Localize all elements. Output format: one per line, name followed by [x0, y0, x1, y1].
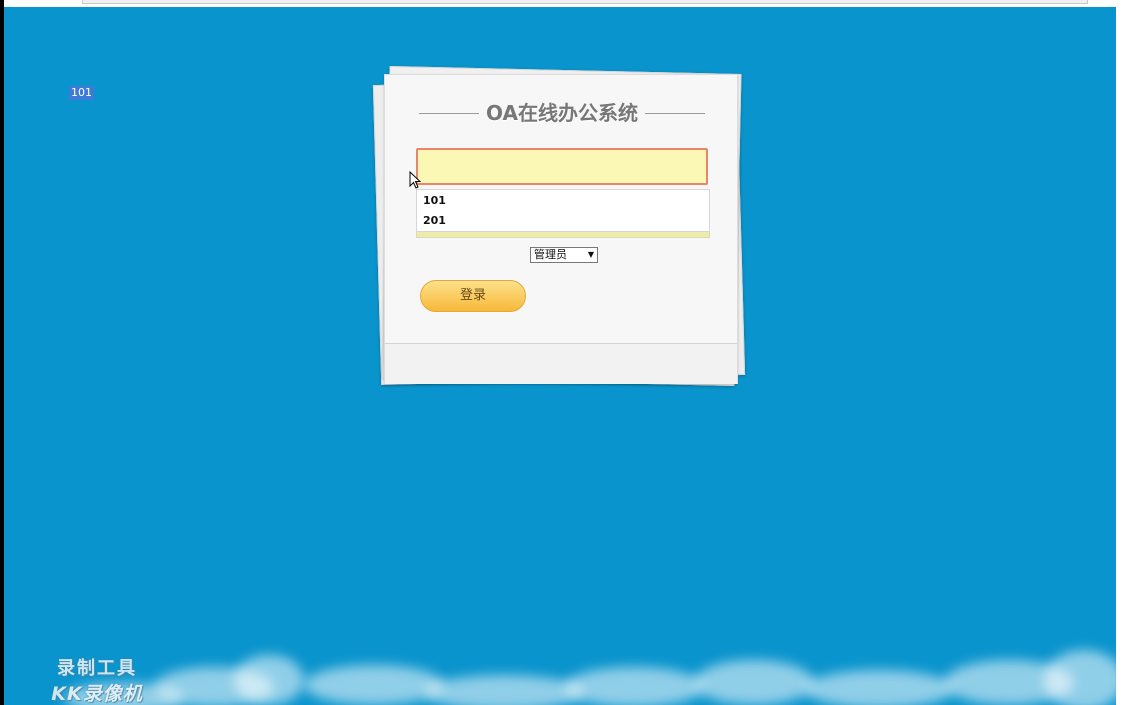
cloud-decoration [4, 605, 1116, 705]
login-card-footer [385, 343, 737, 384]
username-selected-text: 101 [69, 86, 94, 100]
role-select-value: 管理员 [534, 248, 567, 261]
login-title: OA在线办公系统 [486, 101, 638, 125]
role-select[interactable]: 管理员 ▼ [530, 247, 598, 263]
top-strip-right [1086, 0, 1116, 7]
window-right-edge [1116, 0, 1129, 705]
browser-address-bar[interactable] [82, 0, 1088, 4]
autocomplete-dropdown: 101 201 [416, 189, 710, 232]
top-strip-left [4, 0, 82, 7]
login-button[interactable]: 登录 [420, 280, 526, 312]
autocomplete-item-1[interactable]: 101 [423, 191, 703, 211]
browser-viewport: 录制工具 KK录像机 OA在线办公系统 101 201 管理员 ▼ 登录 101 [4, 0, 1116, 705]
dropdown-arrow-icon: ▼ [587, 250, 594, 259]
watermark-line2: KK录像机 [51, 683, 143, 705]
login-title-wrap: OA在线办公系统 [419, 99, 705, 129]
username-input[interactable] [416, 148, 708, 185]
watermark-line1: 录制工具 [57, 658, 137, 679]
login-card: OA在线办公系统 101 201 管理员 ▼ 登录 [384, 74, 738, 384]
recorder-watermark: 录制工具 KK录像机 [32, 656, 162, 705]
mouse-cursor-icon [409, 171, 421, 189]
autocomplete-item-2[interactable]: 201 [423, 211, 703, 231]
